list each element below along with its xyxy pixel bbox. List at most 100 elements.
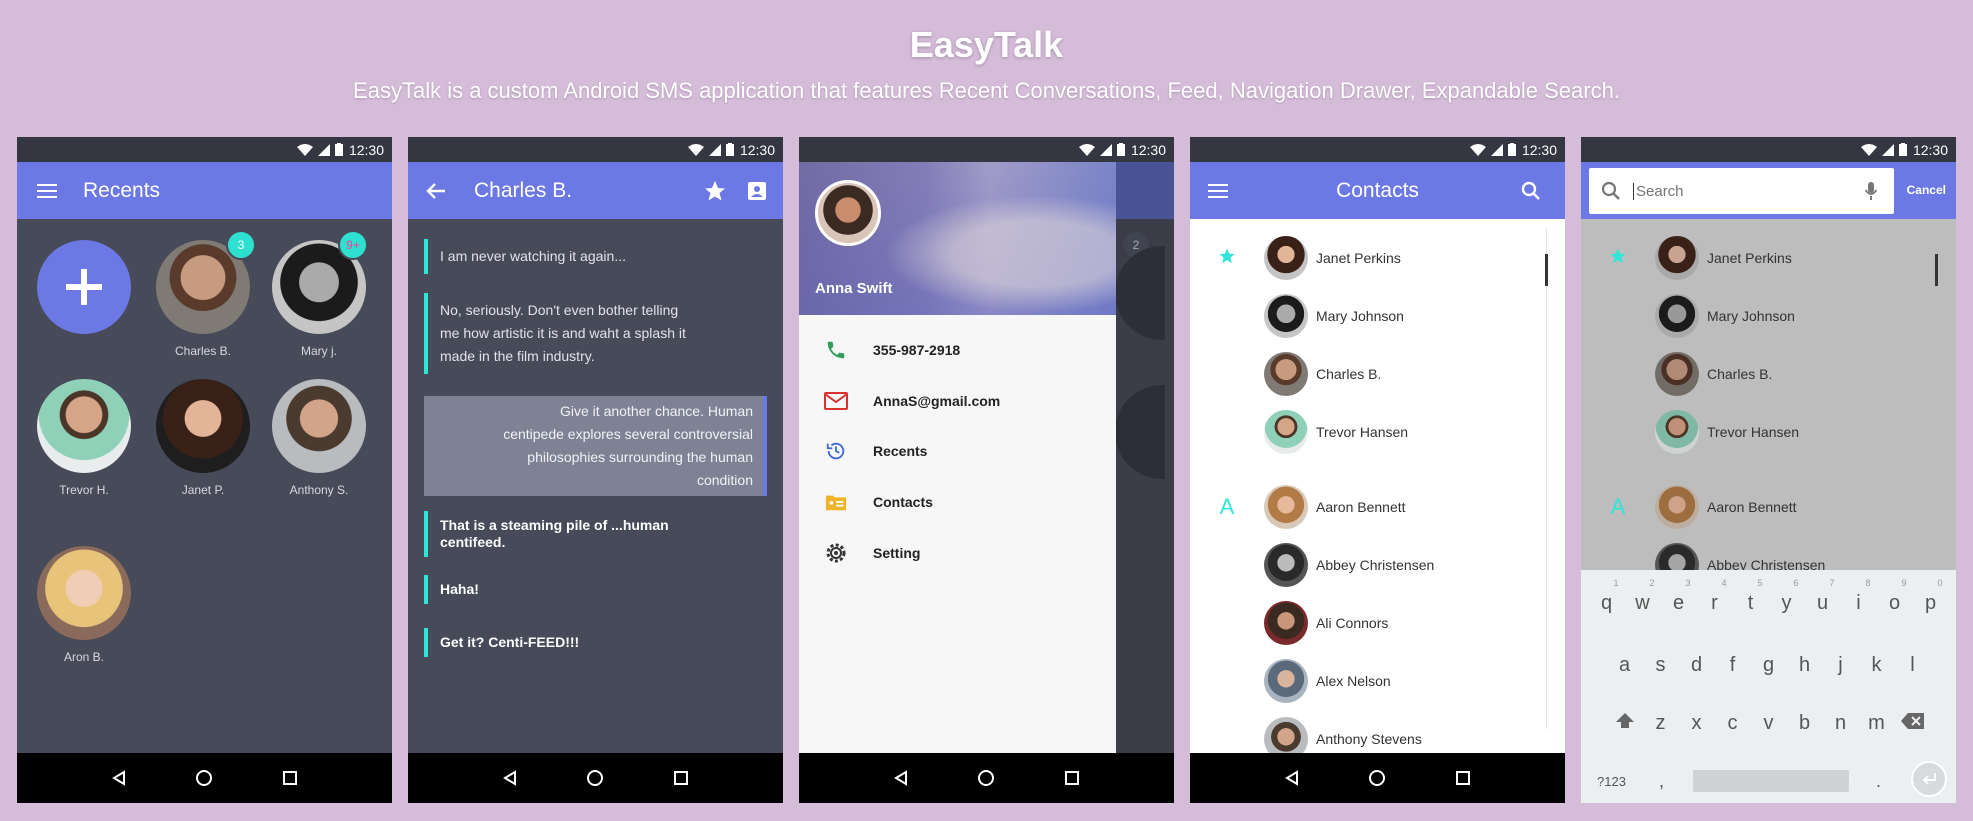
overview-nav-icon[interactable] <box>673 770 689 786</box>
key-g[interactable]: g <box>1751 654 1787 677</box>
contact-row[interactable]: Janet Perkins <box>1581 229 1956 287</box>
menu-icon[interactable] <box>17 183 77 199</box>
contact-row[interactable]: A Aaron Bennett <box>1190 478 1565 536</box>
avatar <box>1264 352 1308 396</box>
keyboard-row-2: a s d f g h j k l <box>1581 654 1956 677</box>
key-r[interactable]: r4 <box>1697 578 1733 615</box>
key-d[interactable]: d <box>1679 654 1715 677</box>
overview-nav-icon[interactable] <box>1455 770 1471 786</box>
contact-row[interactable]: Charles B. <box>1190 345 1565 403</box>
back-nav-icon[interactable] <box>502 770 518 786</box>
page-title: Contacts <box>1336 178 1419 202</box>
contact-row[interactable]: Trevor Hansen <box>1190 403 1565 461</box>
key-t[interactable]: t5 <box>1733 578 1769 615</box>
drawer-item-label: Recents <box>873 443 928 459</box>
symbols-key[interactable]: ?123 <box>1597 774 1626 789</box>
key-k[interactable]: k <box>1859 654 1895 677</box>
key-j[interactable]: j <box>1823 654 1859 677</box>
unread-badge: 9+ <box>338 230 368 260</box>
key-e[interactable]: e3 <box>1661 578 1697 615</box>
back-nav-icon[interactable] <box>111 770 127 786</box>
contact-row[interactable]: Charles B. <box>1581 345 1956 403</box>
cancel-button[interactable]: Cancel <box>1907 183 1946 197</box>
key-a[interactable]: a <box>1607 654 1643 677</box>
contact-row[interactable]: Mary Johnson <box>1581 287 1956 345</box>
home-nav-icon[interactable] <box>1368 769 1386 787</box>
enter-key-icon[interactable] <box>1911 761 1947 797</box>
home-nav-icon[interactable] <box>977 769 995 787</box>
backspace-key-icon[interactable] <box>1895 712 1931 736</box>
hero-title: EasyTalk <box>909 24 1064 65</box>
key-o[interactable]: o9 <box>1877 578 1913 615</box>
message-incoming: I am never watching it again... <box>424 239 744 274</box>
contact-row[interactable]: Ali Connors <box>1190 594 1565 652</box>
period-key[interactable]: . <box>1876 771 1881 792</box>
recent-contact-tile[interactable]: Trevor H. <box>29 379 139 497</box>
avatar <box>1264 659 1308 703</box>
scrollbar-thumb[interactable] <box>1545 254 1548 286</box>
contact-name: Janet Perkins <box>1316 250 1401 266</box>
drawer-item-contacts[interactable]: Contacts <box>799 477 1116 527</box>
drawer-item-phone[interactable]: 355-987-2918 <box>799 325 1116 375</box>
user-avatar[interactable] <box>815 180 881 246</box>
home-nav-icon[interactable] <box>586 769 604 787</box>
key-u[interactable]: u7 <box>1805 578 1841 615</box>
battery-icon <box>1898 143 1907 156</box>
key-w[interactable]: w2 <box>1625 578 1661 615</box>
avatar <box>37 546 131 640</box>
back-nav-icon[interactable] <box>1284 770 1300 786</box>
drawer-item-setting[interactable]: Setting <box>799 528 1116 578</box>
home-nav-icon[interactable] <box>195 769 213 787</box>
key-l[interactable]: l <box>1895 654 1931 677</box>
microphone-icon[interactable] <box>1864 181 1878 201</box>
key-m[interactable]: m <box>1859 712 1895 736</box>
recent-contact-tile[interactable]: Anthony S. <box>264 379 374 497</box>
key-b[interactable]: b <box>1787 712 1823 736</box>
back-nav-icon[interactable] <box>893 770 909 786</box>
overview-nav-icon[interactable] <box>282 770 298 786</box>
soft-keyboard: q1 w2 e3 r4 t5 y6 u7 i8 o9 p0 a s d f g … <box>1581 570 1956 803</box>
contact-card-icon[interactable] <box>747 181 767 201</box>
comma-key[interactable]: , <box>1659 771 1664 792</box>
recent-contact-tile[interactable]: Aron B. <box>29 546 139 664</box>
keyboard-row-4: ?123 , . <box>1581 761 1956 798</box>
key-p[interactable]: p0 <box>1913 578 1949 615</box>
star-icon <box>1190 245 1264 271</box>
search-input[interactable] <box>1633 182 1843 200</box>
spacebar[interactable] <box>1693 770 1849 792</box>
add-conversation-button[interactable] <box>37 240 131 334</box>
message-incoming: That is a steaming pile of ...human cent… <box>424 511 724 557</box>
back-arrow-icon[interactable] <box>408 182 464 200</box>
scrollbar-track[interactable] <box>1546 229 1547 729</box>
status-bar: 12:30 <box>799 137 1174 162</box>
drawer-item-email[interactable]: AnnaS@gmail.com <box>799 376 1116 426</box>
contact-row[interactable]: Alex Nelson <box>1190 652 1565 710</box>
contact-row[interactable]: Abbey Christensen <box>1190 536 1565 594</box>
contact-row[interactable]: Trevor Hansen <box>1581 403 1956 461</box>
key-x[interactable]: x <box>1679 712 1715 736</box>
search-icon[interactable] <box>1521 181 1541 201</box>
menu-icon[interactable] <box>1208 183 1228 199</box>
drawer-item-recents[interactable]: Recents <box>799 426 1116 476</box>
key-n[interactable]: n <box>1823 712 1859 736</box>
contact-row[interactable]: Mary Johnson <box>1190 287 1565 345</box>
key-f[interactable]: f <box>1715 654 1751 677</box>
shift-key-icon[interactable] <box>1607 712 1643 736</box>
recent-contact-tile[interactable]: Janet P. <box>148 379 258 497</box>
key-q[interactable]: q1 <box>1589 578 1625 615</box>
key-h[interactable]: h <box>1787 654 1823 677</box>
key-v[interactable]: v <box>1751 712 1787 736</box>
star-icon[interactable] <box>703 179 727 203</box>
contact-row[interactable]: A Aaron Bennett <box>1581 478 1956 536</box>
overview-nav-icon[interactable] <box>1064 770 1080 786</box>
scrollbar-thumb[interactable] <box>1935 254 1938 286</box>
key-c[interactable]: c <box>1715 712 1751 736</box>
key-z[interactable]: z <box>1643 712 1679 736</box>
page-title: Charles B. <box>474 178 573 202</box>
avatar <box>272 379 366 473</box>
key-i[interactable]: i8 <box>1841 578 1877 615</box>
dimmed-avatar <box>1115 246 1165 340</box>
key-s[interactable]: s <box>1643 654 1679 677</box>
key-y[interactable]: y6 <box>1769 578 1805 615</box>
contact-row[interactable]: Janet Perkins <box>1190 229 1565 287</box>
